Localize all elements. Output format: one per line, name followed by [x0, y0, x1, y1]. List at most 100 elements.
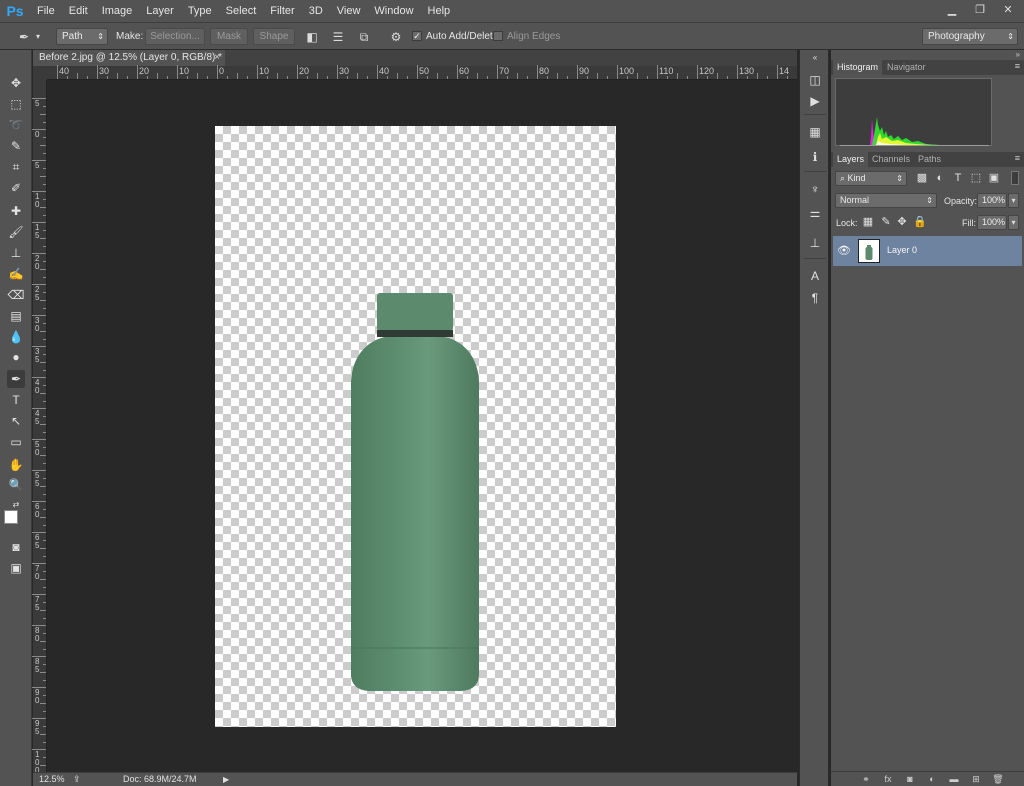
auto-add-delete-checkbox[interactable]: ✓ [412, 31, 422, 41]
filter-toggle[interactable] [1011, 171, 1019, 185]
blur-tool-icon[interactable]: 💧 [7, 328, 25, 346]
adjustment-filter-icon[interactable]: ◐ [933, 171, 947, 185]
dodge-tool-icon[interactable]: ● [7, 348, 25, 366]
document-canvas[interactable] [215, 126, 616, 727]
make-mask-button[interactable]: Mask [210, 28, 248, 45]
vertical-ruler[interactable]: 5 0 5 10 15 20 25 30 35 40 45 50 55 60 65 70 75 80 85 90 95 1… [32, 80, 47, 775]
history-panel-icon[interactable]: ◫ [807, 72, 823, 88]
tab-layers[interactable]: Layers [833, 152, 869, 167]
quick-selection-tool-icon[interactable]: ✎ [7, 137, 25, 155]
share-icon[interactable]: ⇪ [73, 773, 81, 786]
blend-mode-select[interactable]: Normal ⇕ [835, 193, 937, 208]
brush-presets-icon[interactable]: ♆ [807, 181, 823, 197]
eraser-tool-icon[interactable]: ⌫ [7, 286, 25, 304]
close-window-button[interactable]: ✕ [996, 1, 1020, 17]
document-tab[interactable]: Before 2.jpg @ 12.5% (Layer 0, RGB/8) * … [33, 50, 225, 66]
swatches-panel-icon[interactable]: ▦ [807, 124, 823, 140]
smart-object-filter-icon[interactable]: ▣ [987, 171, 1001, 185]
rectangle-tool-icon[interactable]: ▭ [7, 433, 25, 451]
tab-paths[interactable]: Paths [914, 152, 945, 167]
adjustments-panel-icon[interactable]: ⚌ [807, 205, 823, 221]
hand-tool-icon[interactable]: ✋ [7, 456, 25, 474]
gradient-tool-icon[interactable]: ▤ [7, 307, 25, 325]
restore-button[interactable]: ❐ [968, 1, 992, 17]
fill-dropdown-icon[interactable]: ▾ [1008, 215, 1019, 230]
type-tool-icon[interactable]: T [7, 391, 25, 409]
minimize-button[interactable]: ▁ [940, 1, 964, 17]
pen-tool-preset-icon[interactable]: ✒ [16, 29, 32, 45]
pixel-filter-icon[interactable]: ▩ [915, 171, 929, 185]
opacity-input[interactable]: 100% [977, 193, 1007, 208]
menu-filter[interactable]: Filter [263, 0, 301, 22]
opacity-dropdown-icon[interactable]: ▾ [1008, 193, 1019, 208]
pen-tool-icon[interactable]: ✒ [7, 370, 25, 388]
adjustment-layer-icon[interactable]: ◐ [925, 773, 939, 785]
horizontal-ruler[interactable]: 40 30 20 10 0 10 20 30 40 50 60 70 80 90 100 110 120 130 1… [47, 65, 797, 80]
path-arrangement-icon[interactable]: ⧉ [356, 29, 372, 45]
character-panel-icon[interactable]: A [807, 268, 823, 284]
clone-source-icon[interactable]: ⊥ [807, 235, 823, 251]
shape-filter-icon[interactable]: ⬚ [969, 171, 983, 185]
menu-layer[interactable]: Layer [139, 0, 181, 22]
clone-stamp-tool-icon[interactable]: ⊥ [7, 244, 25, 262]
new-group-icon[interactable]: ▬ [947, 773, 961, 785]
make-shape-button[interactable]: Shape [253, 28, 295, 45]
canvas-area[interactable] [47, 80, 797, 772]
menu-image[interactable]: Image [95, 0, 140, 22]
lock-pixels-icon[interactable]: ✎ [879, 215, 893, 229]
menu-view[interactable]: View [330, 0, 368, 22]
menu-3d[interactable]: 3D [302, 0, 330, 22]
panel-menu-icon[interactable]: ≡ [1015, 61, 1020, 71]
lock-transparent-icon[interactable]: ▦ [861, 215, 875, 229]
align-edges-checkbox[interactable] [493, 31, 503, 41]
status-arrow-icon[interactable]: ▶ [223, 773, 229, 786]
eyedropper-tool-icon[interactable]: ✐ [7, 179, 25, 197]
gear-icon[interactable]: ⚙ [388, 29, 404, 45]
chevron-down-icon[interactable]: ▾ [34, 29, 42, 45]
path-selection-tool-icon[interactable]: ↖ [7, 412, 25, 430]
layer-filter-kind[interactable]: ⌕ Kind ⇕ [835, 171, 907, 186]
tab-channels[interactable]: Channels [868, 152, 914, 167]
menu-window[interactable]: Window [367, 0, 420, 22]
menu-file[interactable]: File [30, 0, 62, 22]
crop-tool-icon[interactable]: ⌗ [7, 158, 25, 176]
lock-all-icon[interactable]: 🔒 [913, 215, 927, 229]
eye-icon[interactable]: 👁 [837, 244, 851, 257]
collapse-dock-icon[interactable]: « [807, 50, 823, 66]
type-filter-icon[interactable]: T [951, 171, 965, 185]
menu-edit[interactable]: Edit [62, 0, 95, 22]
marquee-tool-icon[interactable]: ⬚ [7, 95, 25, 113]
quick-mask-icon[interactable]: ◙ [7, 538, 25, 556]
info-panel-icon[interactable]: ℹ [807, 149, 823, 165]
collapse-panels-icon[interactable]: » [1016, 50, 1020, 59]
history-brush-tool-icon[interactable]: ✍ [7, 265, 25, 283]
layer-row[interactable]: 👁 Layer 0 [833, 236, 1022, 266]
new-layer-icon[interactable]: ⊞ [969, 773, 983, 785]
menu-select[interactable]: Select [219, 0, 264, 22]
layer-name[interactable]: Layer 0 [887, 245, 917, 255]
path-alignment-icon[interactable]: ☰ [330, 29, 346, 45]
close-icon[interactable]: × [211, 50, 223, 66]
workspace-select[interactable]: Photography ⇕ [922, 28, 1018, 45]
tab-histogram[interactable]: Histogram [833, 60, 883, 75]
tab-navigator[interactable]: Navigator [883, 60, 930, 75]
fill-input[interactable]: 100% [977, 215, 1007, 230]
foreground-color-swatch[interactable] [4, 510, 18, 524]
link-layers-icon[interactable]: ⚭ [859, 773, 873, 785]
trash-icon[interactable]: 🗑 [991, 773, 1005, 785]
brush-tool-icon[interactable]: 🖌 [7, 223, 25, 241]
make-selection-button[interactable]: Selection... [145, 28, 205, 45]
healing-brush-tool-icon[interactable]: ✚ [7, 202, 25, 220]
paragraph-panel-icon[interactable]: ¶ [807, 290, 823, 306]
zoom-level[interactable]: 12.5% [39, 773, 65, 786]
screen-mode-icon[interactable]: ▣ [7, 559, 25, 577]
layer-style-icon[interactable]: fx [881, 773, 895, 785]
zoom-tool-icon[interactable]: 🔍 [7, 476, 25, 494]
tool-mode-select[interactable]: Path ⇕ [56, 28, 108, 45]
menu-type[interactable]: Type [181, 0, 219, 22]
lock-position-icon[interactable]: ✥ [895, 215, 909, 229]
path-operations-icon[interactable]: ◧ [304, 29, 320, 45]
lasso-tool-icon[interactable]: ➰ [7, 116, 25, 134]
move-tool-icon[interactable]: ✥ [7, 74, 25, 92]
add-mask-icon[interactable]: ◙ [903, 773, 917, 785]
